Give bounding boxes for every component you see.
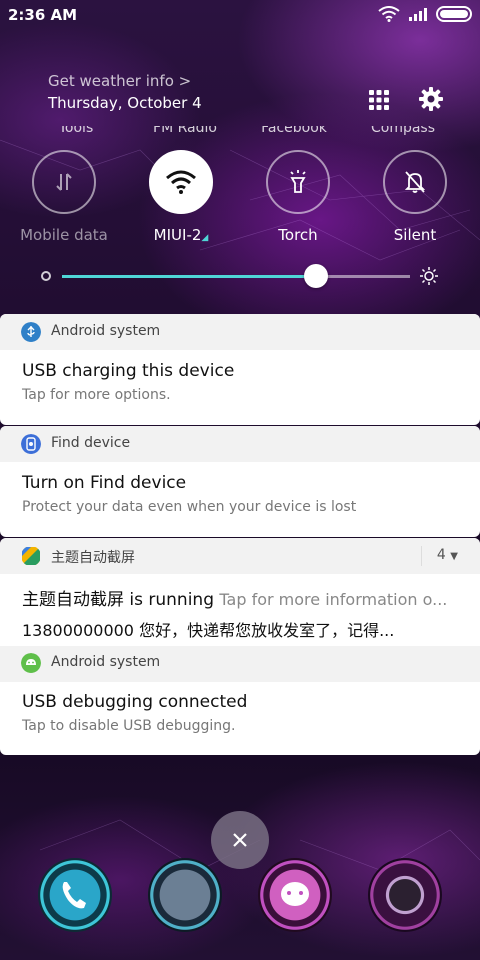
weather-link[interactable]: Get weather info >: [48, 72, 191, 90]
notification-usb-debugging[interactable]: Android system USB debugging connected T…: [0, 646, 480, 755]
notification-title-text: 主题自动截屏 is running: [22, 590, 214, 610]
toggle-label-mobile-data: Mobile data: [20, 226, 108, 244]
notification-title: 主题自动截屏 is running Tap for more informati…: [22, 585, 447, 610]
cell-signal-icon: [409, 8, 427, 21]
notification-find-device[interactable]: Find device Turn on Find device Protect …: [0, 426, 480, 537]
toggle-label-compass: Compass: [370, 126, 436, 136]
toggle-label-wifi: MIUI-2◢: [154, 226, 209, 244]
status-bar: 2:36 AM: [0, 0, 480, 34]
expand-arrow-icon: ◢: [201, 233, 209, 243]
previous-toggle-row-labels: Tools FM Radio Facebook Compass: [0, 126, 480, 142]
notification-theme-screenshot[interactable]: 主题自动截屏 4 ▼ 主题自动截屏 is running Tap for mor…: [0, 538, 480, 656]
notification-app-name: Find device: [51, 435, 131, 451]
silent-bell-icon: [404, 171, 426, 193]
android-system-icon: [21, 322, 41, 342]
close-icon: [233, 833, 247, 847]
notification-count: 4: [436, 547, 446, 563]
chevron-down-icon: ▼: [450, 551, 458, 562]
android-robot-icon: [21, 653, 41, 673]
toggle-wifi[interactable]: [149, 150, 213, 214]
toggle-silent[interactable]: [383, 150, 447, 214]
toggle-label-tools: Tools: [58, 126, 94, 136]
mobile-data-icon: [56, 173, 72, 191]
toggle-torch[interactable]: [266, 150, 330, 214]
notification-title: USB debugging connected: [22, 692, 248, 712]
toggle-label-facebook: Facebook: [261, 126, 327, 136]
wifi-signal-icon: [378, 6, 400, 22]
brightness-thumb[interactable]: [304, 264, 329, 288]
notification-title-extra: Tap for more information o...: [219, 590, 448, 609]
toggle-mobile-data[interactable]: [32, 150, 96, 214]
browser-icon[interactable]: [148, 858, 222, 932]
chat-bubble-icon: [281, 882, 309, 906]
notification-app-name: Android system: [51, 323, 161, 339]
toggle-label-silent: Silent: [393, 226, 437, 244]
wifi-network-name: MIUI-2: [153, 226, 202, 244]
notification-app-name: 主题自动截屏: [51, 550, 135, 566]
torch-icon: [290, 170, 306, 193]
brightness-high-icon: [420, 267, 438, 285]
toggle-label-fm-radio: FM Radio: [153, 126, 217, 136]
brightness-low-icon: [41, 271, 51, 281]
status-time: 2:36 AM: [8, 6, 78, 24]
divider: [421, 546, 422, 566]
notification-usb-charging[interactable]: Android system USB charging this device …: [0, 314, 480, 425]
battery-icon: [436, 6, 472, 22]
notification-title: USB charging this device: [22, 361, 235, 381]
notification-text: Tap to disable USB debugging.: [22, 718, 236, 734]
date-label: Thursday, October 4: [48, 94, 202, 112]
phone-handset-icon: [62, 882, 86, 909]
find-device-icon: [21, 434, 41, 454]
gear-icon[interactable]: [418, 86, 444, 112]
camera-icon[interactable]: [368, 858, 442, 932]
notification-text: Protect your data even when your device …: [22, 499, 357, 515]
notification-title: Turn on Find device: [22, 473, 187, 493]
notification-text: 13800000000 您好，快递帮您放收发室了，记得...: [22, 621, 395, 640]
notification-count-badge[interactable]: 4 ▼: [437, 547, 458, 563]
messages-icon[interactable]: [258, 858, 332, 932]
toggle-label-torch: Torch: [278, 226, 318, 244]
grid-icon[interactable]: [367, 88, 391, 112]
notification-app-name: Android system: [51, 654, 161, 670]
notification-text: Tap for more options.: [22, 387, 171, 403]
phone-icon[interactable]: [38, 858, 112, 932]
brightness-fill: [62, 275, 317, 278]
brightness-slider[interactable]: [62, 275, 410, 278]
wifi-icon: [166, 170, 196, 194]
theme-app-icon: [22, 547, 40, 565]
